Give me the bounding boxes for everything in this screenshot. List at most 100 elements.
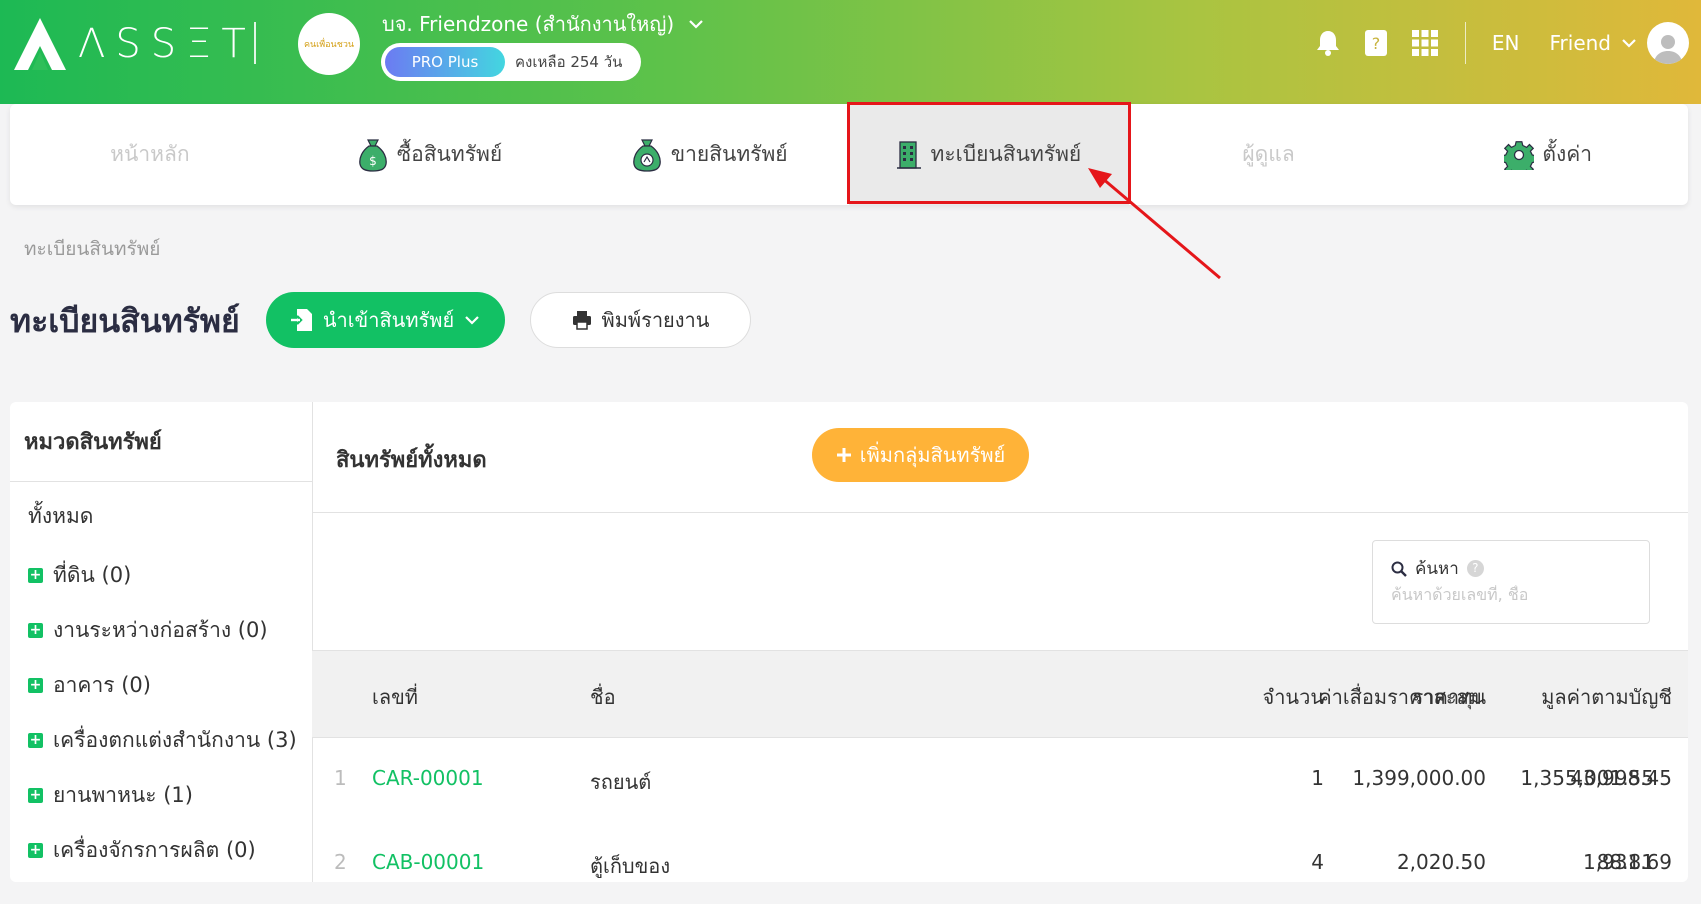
sidebar-item-label: ยานพาหนะ (1) [53,783,193,807]
annotation-highlight-box [847,102,1131,204]
assets-title: สินทรัพย์ทั้งหมด [336,448,487,473]
asset-code-link[interactable]: CAB-00001 [372,850,484,874]
file-import-icon [290,309,312,331]
asset-book-value: 1,931.69 [1582,850,1672,874]
import-asset-label: นำเข้าสินทรัพย์ [322,308,455,332]
expand-plus-icon[interactable]: + [28,788,43,803]
language-switch[interactable]: EN [1492,31,1520,55]
tab-settings-label: ตั้งค่า [1542,142,1593,166]
logo-mark-icon [14,18,66,70]
plus-icon [836,448,851,462]
search-icon [1391,561,1407,577]
category-list: + ที่ดิน (0) + งานระหว่างก่อสร้าง (0) + อาค… [28,548,297,878]
print-report-label: พิมพ์รายงาน [601,308,710,332]
bell-icon[interactable] [1315,29,1341,57]
asset-name: รถยนต์ [590,770,652,794]
sidebar-item-construction[interactable]: + งานระหว่างก่อสร้าง (0) [28,603,297,658]
add-asset-group-label: เพิ่มกลุ่มสินทรัพย์ [859,443,1006,467]
asset-name: ตู้เก็บของ [590,854,671,878]
chevron-down-icon [1622,39,1636,48]
asset-code-link[interactable]: CAR-00001 [372,766,484,790]
tab-sell-asset-label: ขายสินทรัพย์ [670,142,788,166]
sidebar-item-vehicle[interactable]: + ยานพาหนะ (1) [28,768,297,823]
user-menu[interactable]: Friend [1549,31,1637,55]
expand-plus-icon[interactable]: + [28,733,43,748]
plan-pill: PRO Plus คงเหลือ 254 วัน [381,43,641,81]
table-header: เลขที่ ชื่อ จำนวน ราคาทุน ค่าเสื่อมราคาส… [312,650,1688,738]
sidebar-item-label: อาคาร (0) [53,673,151,697]
assets-header: สินทรัพย์ทั้งหมด เพิ่มกลุ่มสินทรัพย์ [312,402,1688,513]
tab-sell-asset[interactable]: ขายสินทรัพย์ [569,104,849,205]
tab-buy-asset[interactable]: $ ซื้อสินทรัพย์ [290,104,570,205]
tab-custodian[interactable]: ผู้ดูแล [1129,104,1409,205]
column-header-name[interactable]: ชื่อ [590,681,616,713]
add-asset-group-button[interactable]: เพิ่มกลุ่มสินทรัพย์ [812,428,1029,482]
top-bar: ΛSSΞT คนเพื่อนชวน บจ. Friendzone (สำนักง… [0,0,1701,104]
company-selector[interactable]: บจ. Friendzone (สำนักงานใหญ่) [382,8,704,40]
import-asset-button[interactable]: นำเข้าสินทรัพย์ [266,292,505,348]
top-right-icons: ? EN Friend [1293,0,1701,86]
asset-cost: 2,020.50 [1396,850,1486,874]
expand-plus-icon[interactable]: + [28,623,43,638]
user-avatar-icon [1654,35,1682,64]
sidebar-item-label: ที่ดิน (0) [53,563,132,587]
tab-home[interactable]: หน้าหลัก [10,104,290,205]
sidebar-item-office-furniture[interactable]: + เครื่องตกแต่งสำนักงาน (3) [28,713,297,768]
tab-home-label: หน้าหลัก [110,142,190,166]
chevron-down-icon [689,20,703,29]
search-input[interactable] [1391,585,1621,604]
sidebar-item-label: เครื่องตกแต่งสำนักงาน (3) [53,728,297,752]
sidebar-item-building[interactable]: + อาคาร (0) [28,658,297,713]
plan-badge: PRO Plus [385,47,505,77]
column-header-book-value[interactable]: มูลค่าตามบัญชี [1541,681,1672,713]
svg-text:$: $ [369,154,377,168]
user-name: Friend [1549,31,1611,55]
topbar-divider [1464,22,1466,64]
sidebar-item-label: งานระหว่างก่อสร้าง (0) [53,618,268,642]
search-label-row: ค้นหา ? [1391,555,1484,582]
chevron-down-icon [465,316,479,325]
logo-divider [254,22,256,64]
search-box: ค้นหา ? [1372,540,1650,624]
company-logo[interactable]: คนเพื่อนชวน [298,13,360,75]
tab-buy-asset-label: ซื้อสินทรัพย์ [396,142,503,166]
money-bag-icon: $ [359,138,387,172]
column-header-qty[interactable]: จำนวน [1262,681,1324,713]
expand-plus-icon[interactable]: + [28,568,43,583]
tab-settings[interactable]: ตั้งค่า [1408,104,1688,205]
column-header-code[interactable]: เลขที่ [372,681,418,713]
tab-custodian-label: ผู้ดูแล [1242,142,1295,166]
avatar[interactable] [1647,22,1689,64]
sidebar-title: หมวดสินทรัพย์ [10,402,312,482]
help-book-icon[interactable]: ? [1363,29,1389,57]
gear-icon [1504,140,1535,170]
row-index: 1 [334,766,347,790]
company-name: บจ. Friendzone (สำนักงานใหญ่) [382,12,675,36]
sidebar-item-machinery[interactable]: + เครื่องจักรการผลิต (0) [28,823,297,878]
print-report-button[interactable]: พิมพ์รายงาน [530,292,751,348]
company-logo-text: คนเพื่อนชวน [303,40,355,50]
expand-plus-icon[interactable]: + [28,843,43,858]
printer-icon [572,311,591,330]
money-bag-sell-icon [632,138,661,172]
page-title: ทะเบียนสินทรัพย์ [10,302,240,340]
logo-text: ΛSSΞT [78,21,256,67]
plan-remaining: คงเหลือ 254 วัน [515,53,623,71]
asset-book-value: 43,998.45 [1570,766,1672,790]
column-header-depreciation-label: ค่าเสื่อมราคาสะสม [1318,685,1482,709]
row-index: 2 [334,850,347,874]
sidebar-item-all[interactable]: ทั้งหมด [28,500,93,533]
svg-text:?: ? [1372,34,1381,53]
search-label: ค้นหา [1415,559,1459,579]
sidebar-item-land[interactable]: + ที่ดิน (0) [28,548,297,603]
expand-plus-icon[interactable]: + [28,678,43,693]
help-circle-icon[interactable]: ? [1466,560,1484,577]
sidebar-item-label: เครื่องจักรการผลิต (0) [53,838,256,862]
asset-qty: 1 [1311,766,1324,790]
apps-grid-icon[interactable] [1411,29,1439,57]
breadcrumb: ทะเบียนสินทรัพย์ [24,238,161,260]
table-row[interactable]: 1 CAR-00001 รถยนต์ 1 1,399,000.00 1,355,… [312,736,1688,820]
asset-logo[interactable]: ΛSSΞT [12,16,256,72]
table-row[interactable]: 2 CAB-00001 ตู้เก็บของ 4 2,020.50 88.81 … [312,820,1688,904]
category-sidebar: หมวดสินทรัพย์ ทั้งหมด + ที่ดิน (0) + งานระ… [10,402,313,882]
